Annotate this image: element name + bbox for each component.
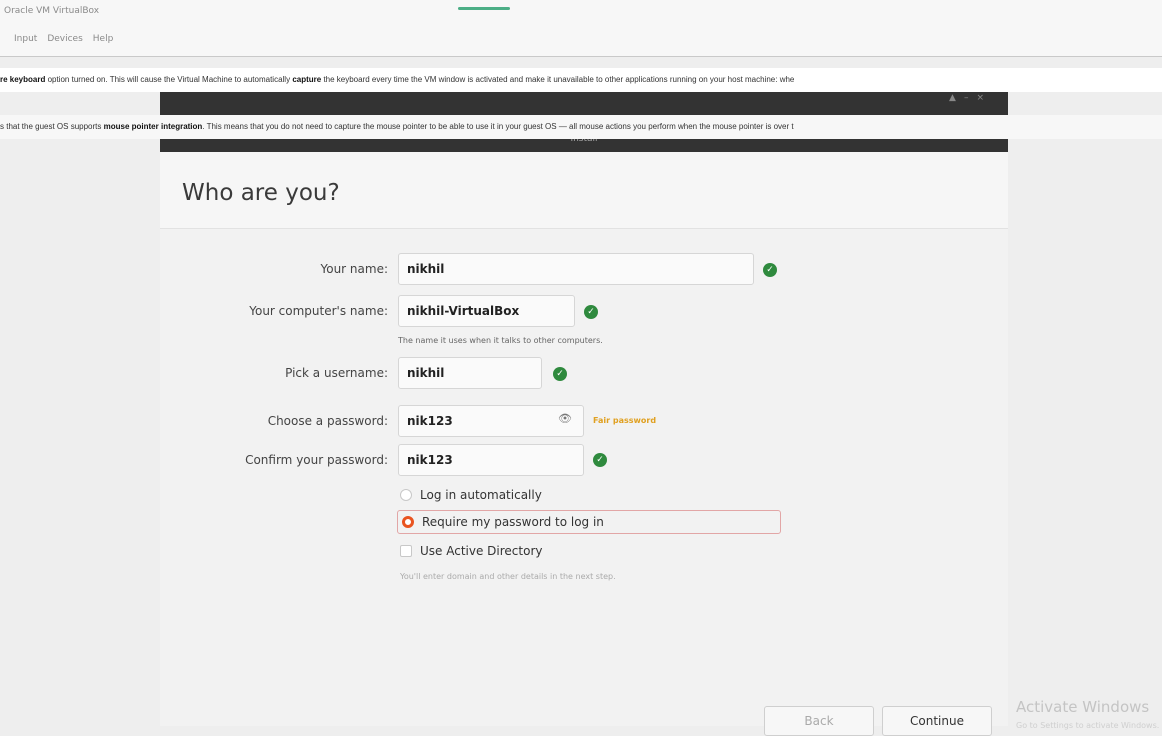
name-valid-icon: ✓ (763, 263, 777, 277)
page-title: Who are you? (182, 180, 340, 206)
notice-keyword-mouse: mouse pointer integration (103, 122, 203, 131)
checkbox-active-directory[interactable] (400, 545, 412, 557)
menu-devices[interactable]: Devices (47, 34, 82, 44)
active-directory-hint: You'll enter domain and other details in… (400, 572, 616, 581)
notice-text: the keyboard every time the VM window is… (321, 75, 795, 84)
host-menubar: Input Devices Help (14, 34, 113, 44)
confirm-password-label: Confirm your password: (245, 453, 388, 467)
installer-page: Who are you? Your name: ✓ Your computer'… (160, 152, 1008, 736)
menu-input[interactable]: Input (14, 34, 37, 44)
host-active-tab-indicator (458, 7, 510, 10)
activate-windows-watermark: Activate Windows (1016, 698, 1150, 716)
host-divider (0, 56, 1162, 57)
password-label: Choose a password: (267, 414, 388, 428)
mouse-integration-notice: s that the guest OS supports mouse point… (0, 115, 1162, 139)
username-input[interactable] (398, 357, 542, 389)
active-directory-option[interactable]: Use Active Directory (400, 539, 542, 563)
host-window-chrome: Oracle VM VirtualBox Input Devices Help (0, 0, 1162, 56)
auto-login-label: Log in automatically (420, 488, 542, 502)
computer-name-hint: The name it uses when it talks to other … (398, 336, 603, 345)
minimize-icon[interactable]: – (964, 93, 977, 103)
host-window-title: Oracle VM VirtualBox (4, 6, 100, 16)
auto-login-option[interactable]: Log in automatically (400, 483, 542, 507)
back-button[interactable]: Back (764, 706, 874, 736)
activate-windows-subtitle: Go to Settings to activate Windows. (1016, 721, 1160, 730)
notice-keyword-capture: capture (292, 75, 322, 84)
menu-help[interactable]: Help (93, 34, 114, 44)
page-header: Who are you? (160, 152, 1008, 229)
notice-text: s that the guest OS supports (0, 122, 104, 131)
username-valid-icon: ✓ (553, 367, 567, 381)
notice-text: . This means that you do not need to cap… (202, 122, 794, 131)
require-password-option[interactable]: Require my password to log in (397, 510, 781, 534)
active-directory-label: Use Active Directory (420, 544, 543, 558)
computer-name-input[interactable] (398, 295, 575, 327)
password-strength-label: Fair password (593, 416, 657, 425)
require-password-label: Require my password to log in (422, 515, 604, 529)
radio-auto-login[interactable] (400, 489, 412, 501)
username-label: Pick a username: (285, 366, 388, 380)
accessibility-icon[interactable]: ▲ (949, 93, 964, 103)
computer-name-valid-icon: ✓ (584, 305, 598, 319)
close-icon[interactable]: × (976, 93, 992, 103)
confirm-password-input[interactable] (398, 444, 584, 476)
continue-button[interactable]: Continue (882, 706, 992, 736)
computer-name-label: Your computer's name: (249, 304, 388, 318)
keyboard-capture-notice: re keyboard option turned on. This will … (0, 68, 1162, 92)
your-name-input[interactable] (398, 253, 754, 285)
vm-window-controls[interactable]: ▲–× (949, 93, 992, 103)
password-input[interactable] (398, 405, 584, 437)
notice-text: option turned on. This will cause the Vi… (45, 75, 293, 84)
confirm-valid-icon: ✓ (593, 453, 607, 467)
show-password-icon[interactable]: 👁 (558, 412, 572, 425)
your-name-label: Your name: (320, 262, 388, 276)
notice-keyword-keyboard: re keyboard (0, 75, 46, 84)
radio-require-password[interactable] (402, 516, 414, 528)
